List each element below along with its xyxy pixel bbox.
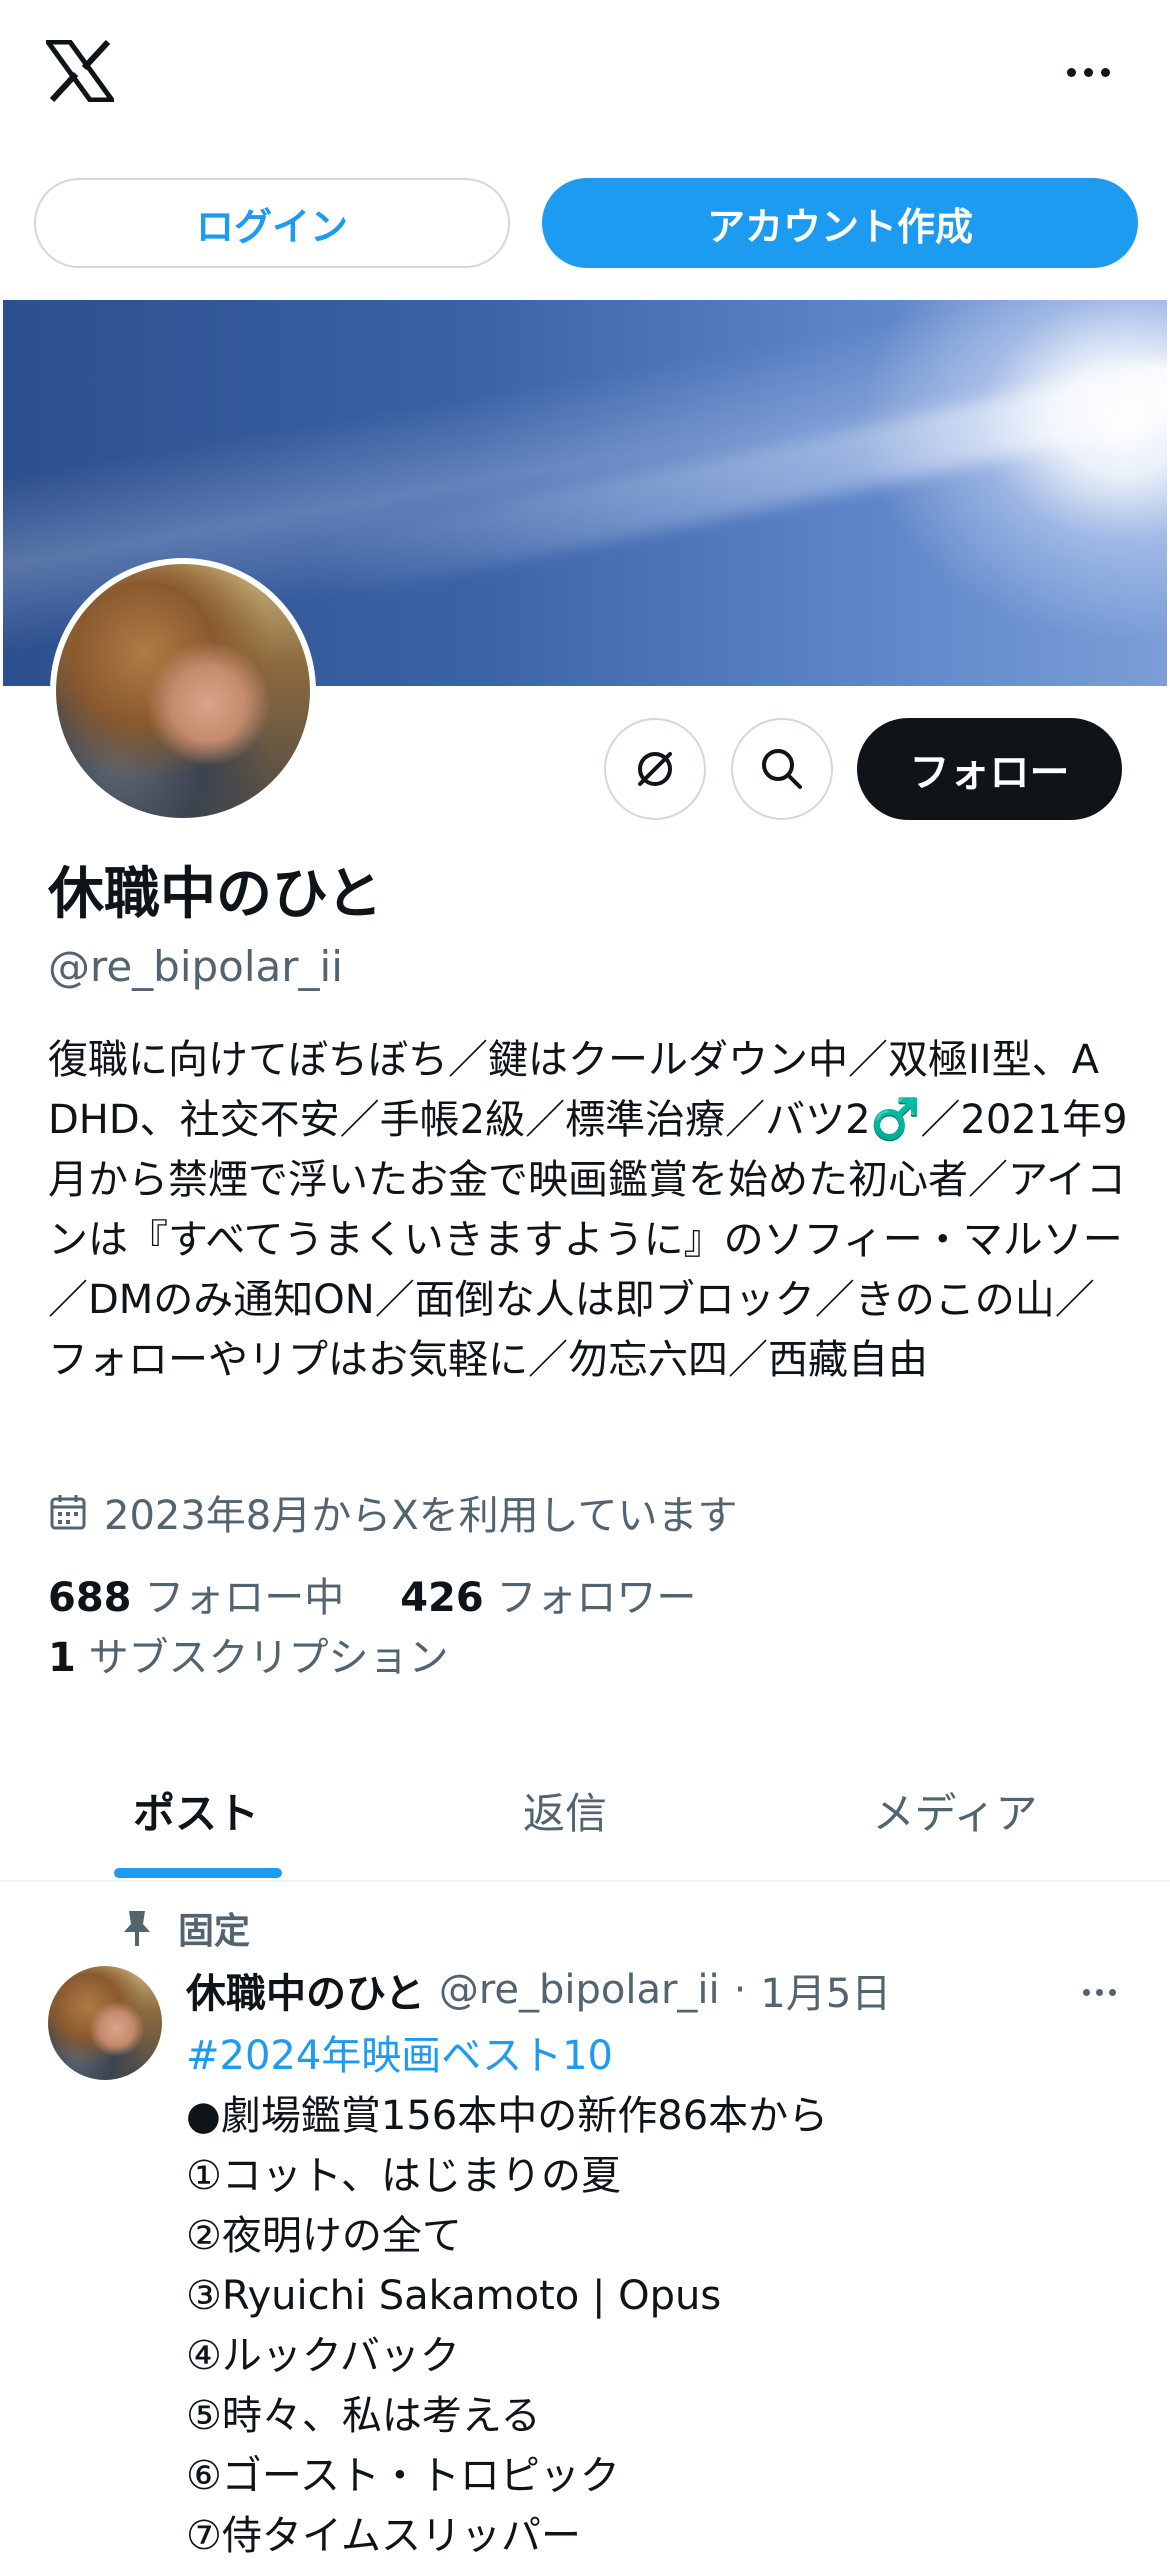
post-hashtag[interactable]: #2024年映画ベスト10 bbox=[186, 2026, 1136, 2086]
post-line: ①コット、はじまりの夏 bbox=[186, 2153, 622, 2199]
more-horizontal-icon[interactable] bbox=[1058, 50, 1118, 94]
profile-stats: 688 フォロー中 426 フォロワー 1 サブスクリプション bbox=[48, 1568, 696, 1688]
post-line: ⑥ゴースト・トロピック bbox=[186, 2453, 620, 2499]
search-icon bbox=[762, 749, 802, 789]
post-line: ②夜明けの全て bbox=[186, 2213, 462, 2259]
login-button[interactable]: ログイン bbox=[34, 178, 510, 268]
auth-buttons: ログイン アカウント作成 bbox=[0, 178, 1170, 270]
post-header: 休職中のひと @re_bipolar_ii · 1月5日 bbox=[186, 1960, 891, 2020]
post-line: ⑦侍タイムスリッパー bbox=[186, 2513, 582, 2559]
subscriptions-link[interactable]: 1 サブスクリプション bbox=[48, 1635, 449, 1681]
profile-bio: 復職に向けてぼちぼち／鍵はクールダウン中／双極II型、ADHD、社交不安／手帳2… bbox=[48, 1037, 1128, 1383]
tab-posts[interactable]: ポスト bbox=[0, 1740, 392, 1880]
post-line: ⑤時々、私は考える bbox=[186, 2393, 541, 2439]
grok-icon bbox=[638, 752, 672, 786]
create-account-button[interactable]: アカウント作成 bbox=[542, 178, 1138, 268]
following-link[interactable]: 688 フォロー中 bbox=[48, 1575, 344, 1621]
top-bar bbox=[0, 0, 1170, 150]
tab-media[interactable]: メディア bbox=[760, 1740, 1150, 1880]
post-body: #2024年映画ベスト10 ●劇場鑑賞156本中の新作86本から ①コット、はじ… bbox=[186, 2026, 1136, 2566]
profile-avatar[interactable] bbox=[50, 558, 316, 824]
post-line: ④ルックバック bbox=[186, 2333, 460, 2379]
calendar-icon bbox=[50, 1495, 86, 1530]
active-tab-indicator bbox=[114, 1868, 282, 1878]
display-name: 休職中のひと bbox=[48, 862, 383, 927]
search-button[interactable] bbox=[731, 718, 833, 820]
joined-text: 2023年8月からXを利用しています bbox=[104, 1493, 738, 1539]
tab-replies[interactable]: 返信 bbox=[380, 1740, 750, 1880]
pinned-label: 固定 bbox=[178, 1911, 251, 1952]
post-line: ●劇場鑑賞156本中の新作86本から bbox=[186, 2093, 829, 2139]
pin-icon bbox=[124, 1911, 150, 1946]
post-author-name[interactable]: 休職中のひと bbox=[186, 1961, 425, 2019]
followers-link[interactable]: 426 フォロワー bbox=[400, 1575, 696, 1621]
grok-button[interactable] bbox=[604, 718, 706, 820]
post-separator: · bbox=[733, 1967, 747, 2013]
post-more-icon[interactable] bbox=[1074, 1972, 1124, 2012]
joined-date: 2023年8月からXを利用しています bbox=[48, 1482, 737, 1542]
x-logo-icon[interactable] bbox=[43, 39, 117, 103]
profile-handle: @re_bipolar_ii bbox=[48, 942, 343, 991]
post-line: ③Ryuichi Sakamoto | Opus bbox=[186, 2273, 722, 2319]
post-author-handle[interactable]: @re_bipolar_ii bbox=[439, 1967, 720, 2013]
pinned-indicator: 固定 bbox=[120, 1900, 250, 1956]
post-date[interactable]: 1月5日 bbox=[760, 1961, 891, 2019]
follow-button[interactable]: フォロー bbox=[857, 718, 1122, 820]
profile-tabs: ポスト 返信 メディア bbox=[0, 1740, 1170, 1882]
post-author-avatar[interactable] bbox=[48, 1966, 162, 2080]
